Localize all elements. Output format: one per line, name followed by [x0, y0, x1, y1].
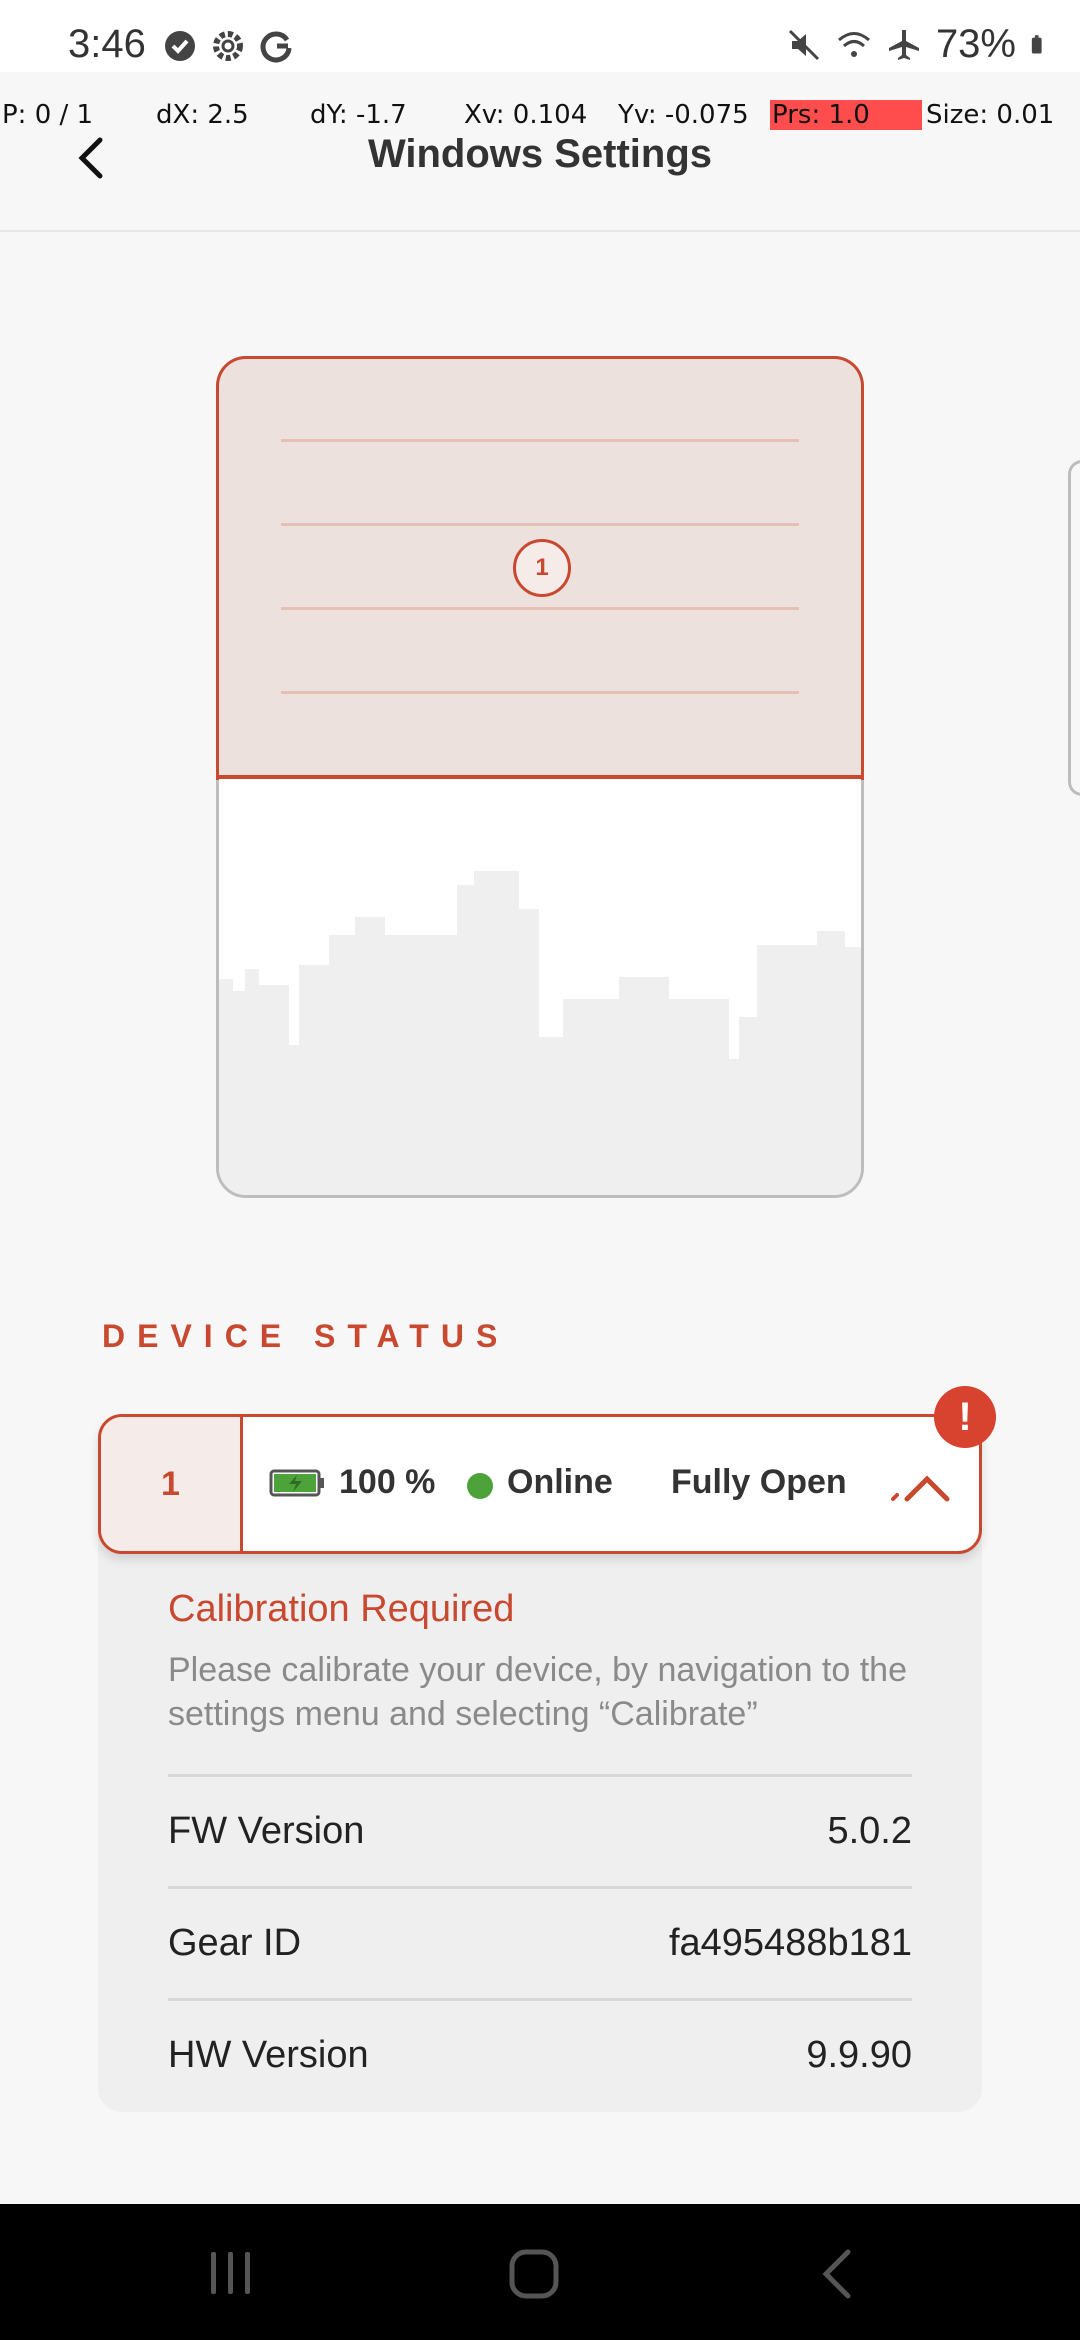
status-time: 3:46 [68, 22, 146, 66]
alert-badge[interactable]: ! [934, 1386, 996, 1448]
battery-percent: 73% [935, 22, 1016, 66]
divider [168, 1998, 912, 2001]
chevron-up-icon[interactable] [891, 1467, 951, 1507]
mute-icon [788, 29, 819, 60]
system-nav-bar [0, 2204, 1080, 2340]
battery-level: 100 % [339, 1463, 436, 1501]
city-skyline-illustration [219, 871, 861, 1195]
status-bar: 3:46 73% [0, 0, 1080, 72]
shade-position-status: Fully Open [671, 1463, 847, 1501]
pointer-xv: Xv: 0.104 [464, 100, 588, 130]
window-shade[interactable]: 1 [219, 359, 861, 779]
home-icon[interactable] [508, 2248, 560, 2300]
device-details-panel: Calibration Required Please calibrate yo… [98, 1520, 982, 2112]
pointer-count: P: 0 / 1 [2, 100, 94, 130]
shield-check-icon [165, 31, 195, 61]
fw-version-label: FW Version [168, 1810, 365, 1852]
google-icon [260, 31, 292, 63]
device-number: 1 [101, 1417, 243, 1551]
pointer-location-overlay: P: 0 / 1 dX: 2.5 dY: -1.7 Xv: 0.104 Yv: … [0, 100, 1080, 136]
app-header: Windows Settings [0, 132, 1080, 232]
battery-charging-icon [269, 1469, 324, 1497]
fw-version-value: 5.0.2 [827, 1810, 912, 1852]
recents-icon[interactable] [206, 2248, 256, 2298]
side-drawer-handle[interactable] [1068, 460, 1080, 796]
wifi-icon [837, 31, 870, 57]
divider [168, 1886, 912, 1889]
pointer-dx: dX: 2.5 [156, 100, 249, 130]
pointer-size: Size: 0.01 [926, 100, 1055, 130]
shade-number-badge: 1 [513, 539, 571, 597]
calibration-message: Please calibrate your device, by navigat… [168, 1651, 908, 1733]
connection-status: Online [507, 1463, 613, 1501]
gear-id-value: fa495488b181 [668, 1922, 912, 1964]
hw-version-value: 9.9.90 [806, 2034, 912, 2076]
device-status-card[interactable]: 1 100 % Online Fully Open [98, 1414, 982, 1554]
shade-slat [281, 523, 799, 526]
online-status-dot [467, 1473, 493, 1499]
status-right-icons: 73% [786, 22, 1052, 67]
calibration-title: Calibration Required [168, 1588, 515, 1630]
pointer-pressure: Prs: 1.0 [770, 100, 922, 130]
gear-id-label: Gear ID [168, 1922, 302, 1964]
pointer-dy: dY: -1.7 [310, 100, 407, 130]
shade-slat [281, 691, 799, 694]
status-left-icons [162, 28, 294, 64]
shade-slat [281, 439, 799, 442]
window-preview[interactable]: 1 [216, 356, 864, 1198]
hw-version-label: HW Version [168, 2034, 369, 2076]
back-icon[interactable] [816, 2248, 856, 2300]
page-title: Windows Settings [367, 132, 713, 176]
divider [168, 1774, 912, 1777]
airplane-icon [888, 29, 919, 60]
shade-slat [281, 607, 799, 610]
battery-icon [1031, 34, 1042, 54]
settings-icon [213, 31, 243, 61]
pointer-yv: Yv: -0.075 [618, 100, 749, 130]
device-status-heading: DEVICE STATUS [102, 1318, 510, 1354]
